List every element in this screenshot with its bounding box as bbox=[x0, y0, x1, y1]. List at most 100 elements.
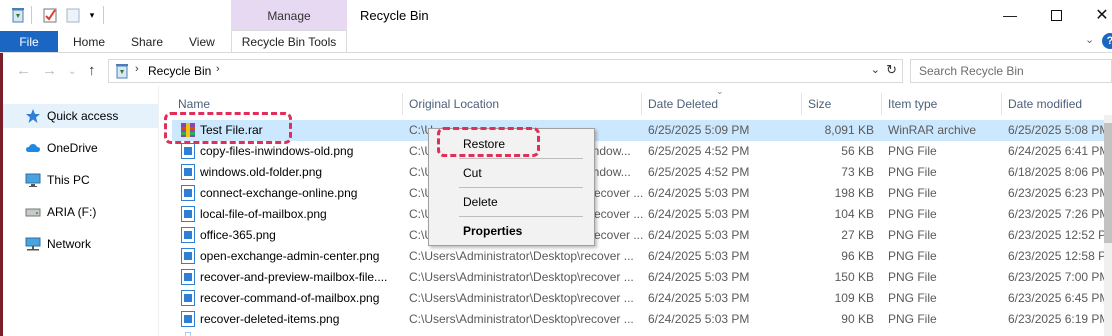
sidebar-item-quick-access[interactable]: Quick access bbox=[3, 104, 158, 128]
file-size: 90 KB bbox=[841, 312, 874, 326]
up-button[interactable]: ↑ bbox=[88, 62, 96, 79]
qat-customize-icon[interactable]: ▾ bbox=[86, 6, 98, 24]
ribbon-expand-icon[interactable]: ⌄ bbox=[1085, 33, 1094, 46]
breadcrumb-chevron-icon[interactable]: › bbox=[135, 63, 139, 75]
sidebar-item-label: Network bbox=[47, 237, 92, 251]
menu-item-delete[interactable]: Delete bbox=[431, 191, 592, 213]
vertical-scrollbar[interactable] bbox=[1104, 115, 1112, 336]
computer-icon bbox=[25, 173, 41, 187]
file-type: PNG File bbox=[888, 165, 937, 179]
file-date-modified: 6/23/2025 7:26 PM bbox=[1008, 207, 1110, 221]
window-title: Recycle Bin bbox=[360, 8, 429, 23]
search-input[interactable]: Search Recycle Bin bbox=[919, 64, 1024, 78]
address-dropdown-icon[interactable]: ⌄ bbox=[871, 63, 880, 76]
tab-view[interactable]: View bbox=[189, 31, 215, 53]
column-header-item-type[interactable]: Item type bbox=[882, 93, 1002, 115]
sidebar-item-aria-drive[interactable]: ARIA (F:) bbox=[3, 200, 158, 224]
column-header-size[interactable]: Size bbox=[802, 93, 882, 115]
file-name: copy-files-inwindows-old.png bbox=[200, 144, 354, 158]
table-row[interactable]: office-365.png C:\U recover ... 6/24/202… bbox=[172, 225, 1112, 246]
highlight-selected-file bbox=[164, 112, 292, 144]
tab-file[interactable]: File bbox=[0, 31, 58, 53]
breadcrumb[interactable]: Recycle Bin bbox=[148, 64, 211, 78]
table-row[interactable]: recover-and-preview-mailbox-file.... C:\… bbox=[172, 267, 1112, 288]
table-row[interactable]: recover-command-of-mailbox.png C:\Users\… bbox=[172, 288, 1112, 309]
png-file-icon bbox=[181, 227, 195, 243]
file-size: 56 KB bbox=[841, 144, 874, 158]
table-row[interactable]: copy-files-inwindows-old.png C:\U indow.… bbox=[172, 141, 1112, 162]
table-row[interactable]: local-file-of-mailbox.png C:\U recover .… bbox=[172, 204, 1112, 225]
sidebar-item-this-pc[interactable]: This PC bbox=[3, 168, 158, 192]
sidebar-item-network[interactable]: Network bbox=[3, 232, 158, 256]
file-date-deleted: 6/25/2025 4:52 PM bbox=[648, 144, 750, 158]
back-button[interactable]: ← bbox=[16, 62, 31, 79]
file-date-deleted: 6/25/2025 4:52 PM bbox=[648, 165, 750, 179]
sidebar-item-onedrive[interactable]: OneDrive bbox=[3, 136, 158, 160]
qat-divider-2 bbox=[103, 6, 104, 24]
refresh-icon[interactable]: ↻ bbox=[886, 62, 897, 78]
menu-item-cut[interactable]: Cut bbox=[431, 162, 592, 184]
file-name: open-exchange-admin-center.png bbox=[200, 249, 380, 263]
scrollbar-thumb[interactable] bbox=[1104, 123, 1112, 243]
table-row[interactable]: recover-deleted-items.png C:\Users\Admin… bbox=[172, 309, 1112, 330]
qat-divider bbox=[31, 6, 32, 24]
file-name: windows.old-folder.png bbox=[200, 165, 323, 179]
file-date-deleted: 6/24/2025 5:03 PM bbox=[648, 291, 750, 305]
table-row[interactable]: open-exchange-admin-center.png C:\Users\… bbox=[172, 246, 1112, 267]
file-size: 198 KB bbox=[834, 186, 874, 200]
table-row[interactable]: Test File.rar C:\U 6/25/2025 5:09 PM 8,0… bbox=[172, 120, 1112, 141]
file-date-modified: 6/18/2025 8:06 PM bbox=[1008, 165, 1110, 179]
maximize-button[interactable] bbox=[1033, 0, 1079, 30]
file-date-deleted: 6/24/2025 5:03 PM bbox=[648, 207, 750, 221]
file-location: C:\Users\Administrator\Desktop\recover .… bbox=[409, 291, 634, 305]
png-file-icon bbox=[185, 332, 191, 336]
file-date-modified: 6/23/2025 6:45 PM bbox=[1008, 291, 1110, 305]
recycle-bin-icon[interactable] bbox=[10, 6, 26, 24]
pane-divider[interactable] bbox=[158, 86, 159, 336]
file-size: 96 KB bbox=[841, 249, 874, 263]
file-size: 73 KB bbox=[841, 165, 874, 179]
column-header-original-location[interactable]: Original Location bbox=[403, 93, 642, 115]
png-file-icon bbox=[181, 206, 195, 222]
new-folder-icon[interactable] bbox=[65, 6, 81, 24]
file-size: 8,091 KB bbox=[824, 123, 874, 137]
file-size: 150 KB bbox=[834, 270, 874, 284]
drive-icon bbox=[25, 208, 41, 217]
menu-item-properties[interactable]: Properties bbox=[431, 220, 592, 242]
png-file-icon bbox=[181, 311, 195, 327]
help-icon[interactable]: ? bbox=[1102, 33, 1112, 49]
file-date-deleted: 6/24/2025 5:03 PM bbox=[648, 186, 750, 200]
file-date-modified: 6/23/2025 12:52 PM bbox=[1008, 228, 1112, 242]
menu-separator bbox=[459, 158, 583, 159]
menu-separator bbox=[459, 216, 583, 217]
address-bar[interactable]: › Recycle Bin › ⌄ ↻ bbox=[108, 59, 903, 83]
highlight-restore-option bbox=[437, 127, 540, 157]
properties-icon[interactable] bbox=[42, 6, 58, 24]
table-row[interactable]: windows.old-folder.png C:\U indow... 6/2… bbox=[172, 162, 1112, 183]
file-name: recover-deleted-items.png bbox=[200, 312, 340, 326]
file-location-tail: recover ... bbox=[590, 186, 644, 200]
close-button[interactable]: ✕ bbox=[1079, 0, 1112, 30]
file-location-tail: indow... bbox=[590, 144, 631, 158]
tab-home[interactable]: Home bbox=[73, 31, 105, 53]
recent-locations-icon[interactable]: ⌄ bbox=[68, 66, 76, 77]
file-size: 104 KB bbox=[834, 207, 874, 221]
breadcrumb-chevron-icon[interactable]: › bbox=[216, 63, 220, 75]
minimize-button[interactable]: — bbox=[987, 0, 1033, 30]
file-name: connect-exchange-online.png bbox=[200, 186, 358, 200]
sort-descending-icon: ⌄ bbox=[716, 86, 724, 96]
search-box[interactable]: Search Recycle Bin bbox=[910, 59, 1112, 83]
menu-separator bbox=[459, 187, 583, 188]
file-date-deleted: 6/24/2025 5:03 PM bbox=[648, 312, 750, 326]
tab-share[interactable]: Share bbox=[131, 31, 163, 53]
navigation-pane: Quick access OneDrive This PC ARIA (F:) … bbox=[3, 96, 158, 336]
forward-button[interactable]: → bbox=[42, 62, 57, 79]
file-type: PNG File bbox=[888, 186, 937, 200]
table-row[interactable]: connect-exchange-online.png C:\U recover… bbox=[172, 183, 1112, 204]
column-header-date-modified[interactable]: Date modified bbox=[1002, 93, 1112, 115]
tab-recycle-bin-tools[interactable]: Recycle Bin Tools bbox=[231, 30, 347, 53]
file-date-deleted: 6/24/2025 5:03 PM bbox=[648, 228, 750, 242]
file-date-modified: 6/23/2025 12:58 PM bbox=[1008, 249, 1112, 263]
png-file-icon bbox=[181, 248, 195, 264]
file-location-tail: recover ... bbox=[590, 207, 644, 221]
